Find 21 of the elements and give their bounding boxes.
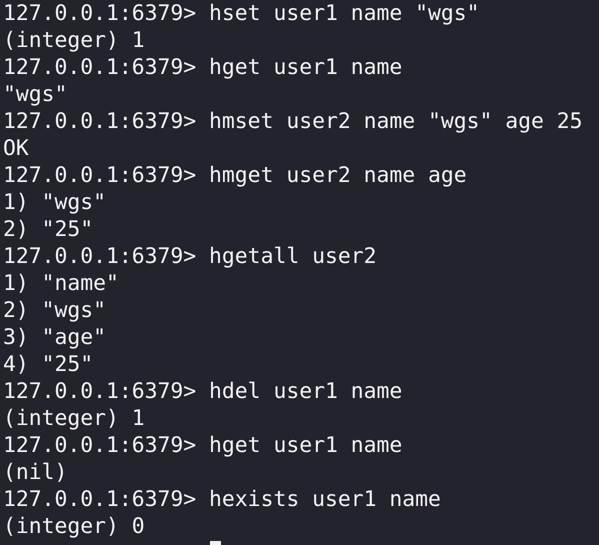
command-output: 1) "wgs" xyxy=(3,189,106,216)
command-line: 127.0.0.1:6379> hmset user2 name "wgs" age 25 xyxy=(3,108,583,135)
command-output: (nil) xyxy=(3,459,68,486)
command-output: 4) "25" xyxy=(3,351,94,378)
command-line: 127.0.0.1:6379> hmget user2 name age xyxy=(3,162,467,189)
command-line: 127.0.0.1:6379> hdel user1 name xyxy=(3,378,402,405)
command-output: "wgs" xyxy=(3,81,68,108)
command-line: 127.0.0.1:6379> hexists user1 name xyxy=(3,486,441,513)
command-output: 2) "25" xyxy=(3,216,94,243)
command-line: 127.0.0.1:6379> hget user1 name xyxy=(3,432,402,459)
command-output: (integer) 0 xyxy=(3,513,145,540)
command-line: 127.0.0.1:6379> hset user1 name "wgs" xyxy=(3,0,480,27)
command-output: 2) "wgs" xyxy=(3,297,106,324)
command-output: 3) "age" xyxy=(3,324,106,351)
command-line: 127.0.0.1:6379> hgetall user2 xyxy=(3,243,376,270)
command-output: OK xyxy=(3,135,29,162)
command-output: (integer) 1 xyxy=(3,27,145,54)
terminal-cursor xyxy=(210,541,221,545)
command-line: 127.0.0.1:6379> hget user1 name xyxy=(3,54,402,81)
command-output: (integer) 1 xyxy=(3,405,145,432)
command-output: 1) "name" xyxy=(3,270,119,297)
